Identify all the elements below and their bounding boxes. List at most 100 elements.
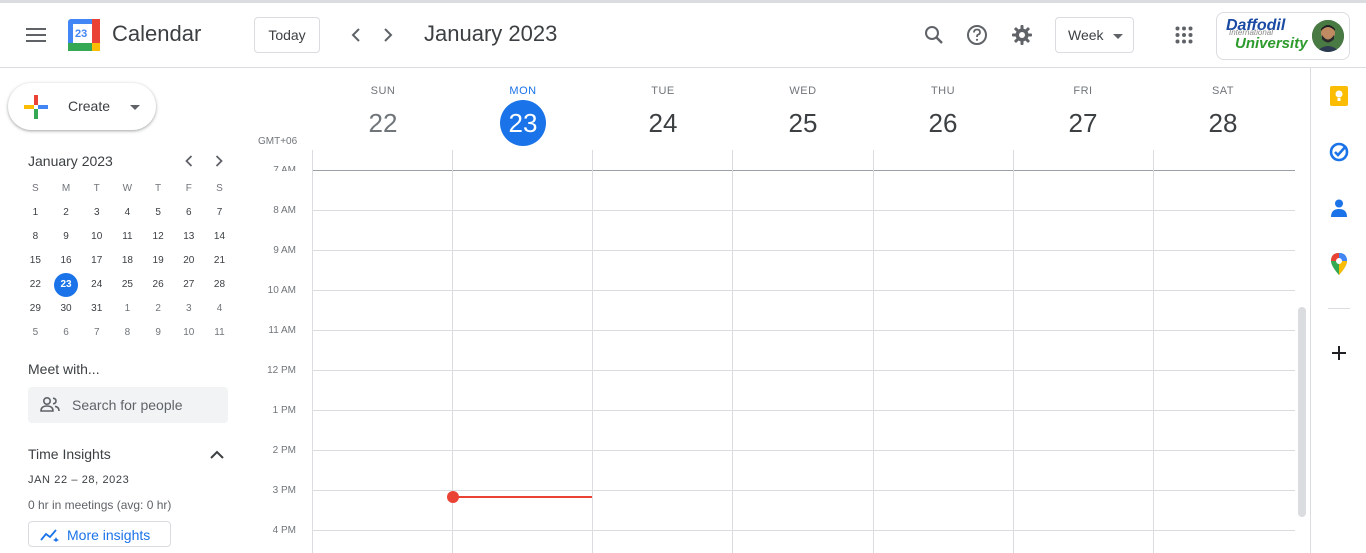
maps-icon[interactable] xyxy=(1319,244,1359,284)
mini-prev-month-icon[interactable] xyxy=(176,148,202,174)
day-of-week-label: SAT xyxy=(1211,85,1235,97)
mini-day[interactable]: 19 xyxy=(143,249,174,273)
grid-hour-line xyxy=(312,290,1295,291)
mini-day[interactable]: 15 xyxy=(20,249,51,273)
mini-day[interactable]: 20 xyxy=(173,249,204,273)
create-button-label: Create xyxy=(68,98,111,114)
mini-day[interactable]: 5 xyxy=(143,201,174,225)
week-time-grid[interactable] xyxy=(312,150,1295,553)
mini-day[interactable]: 13 xyxy=(173,225,204,249)
mini-day[interactable]: 8 xyxy=(112,321,143,345)
mini-day[interactable]: 14 xyxy=(204,225,235,249)
next-week-icon[interactable] xyxy=(368,15,408,55)
mini-day[interactable]: 1 xyxy=(20,201,51,225)
mini-day[interactable]: 10 xyxy=(173,321,204,345)
search-icon[interactable] xyxy=(914,15,954,55)
mini-day[interactable]: 16 xyxy=(51,249,82,273)
grid-day-divider xyxy=(1153,150,1154,553)
contacts-icon[interactable] xyxy=(1319,188,1359,228)
mini-day[interactable]: 18 xyxy=(112,249,143,273)
day-number-today[interactable]: 23 xyxy=(500,100,546,146)
mini-day-selected[interactable]: 23 xyxy=(51,273,82,297)
google-apps-icon[interactable] xyxy=(1164,15,1204,55)
mini-day[interactable]: 7 xyxy=(81,321,112,345)
add-addon-plus-icon[interactable] xyxy=(1319,333,1359,373)
mini-day[interactable]: 8 xyxy=(20,225,51,249)
mini-day[interactable]: 30 xyxy=(51,297,82,321)
mini-day[interactable]: 7 xyxy=(204,201,235,225)
day-header-sun[interactable]: SUN 22 xyxy=(313,68,453,150)
day-number[interactable]: 25 xyxy=(780,100,826,146)
tasks-icon[interactable] xyxy=(1319,132,1359,172)
mini-day[interactable]: 4 xyxy=(112,201,143,225)
day-of-week-label: THU xyxy=(930,85,956,97)
day-number[interactable]: 24 xyxy=(640,100,686,146)
help-icon[interactable] xyxy=(957,15,997,55)
day-header-thu[interactable]: THU 26 xyxy=(873,68,1013,150)
mini-calendar: S M T W T F S 1 2 3 4 5 6 7 8 9 10 11 12… xyxy=(20,177,235,345)
insights-date-range: JAN 22 – 28, 2023 xyxy=(28,474,130,486)
mini-day[interactable]: 6 xyxy=(173,201,204,225)
day-number[interactable]: 27 xyxy=(1060,100,1106,146)
mini-day[interactable]: 1 xyxy=(112,297,143,321)
mini-day[interactable]: 11 xyxy=(204,321,235,345)
mini-next-month-icon[interactable] xyxy=(206,148,232,174)
mini-day[interactable]: 27 xyxy=(173,273,204,297)
mini-day[interactable]: 3 xyxy=(173,297,204,321)
grid-day-divider xyxy=(873,150,874,553)
mini-day[interactable]: 21 xyxy=(204,249,235,273)
view-selector[interactable]: Week xyxy=(1055,17,1134,53)
mini-day[interactable]: 22 xyxy=(20,273,51,297)
mini-day[interactable]: 2 xyxy=(51,201,82,225)
mini-day[interactable]: 24 xyxy=(81,273,112,297)
more-insights-button[interactable]: More insights xyxy=(28,521,171,547)
mini-day[interactable]: 25 xyxy=(112,273,143,297)
day-number[interactable]: 22 xyxy=(360,100,406,146)
day-header-fri[interactable]: FRI 27 xyxy=(1013,68,1153,150)
day-header-mon-today[interactable]: MON 23 xyxy=(453,68,593,150)
day-of-week-label: WED xyxy=(789,85,817,97)
day-number[interactable]: 26 xyxy=(920,100,966,146)
mini-day[interactable]: 4 xyxy=(204,297,235,321)
grid-scrollbar[interactable] xyxy=(1298,307,1306,517)
mini-day[interactable]: 26 xyxy=(143,273,174,297)
mini-week-row: 29 30 31 1 2 3 4 xyxy=(20,297,235,321)
mini-day[interactable]: 31 xyxy=(81,297,112,321)
main-menu-icon[interactable] xyxy=(16,15,56,55)
day-header-sat[interactable]: SAT 28 xyxy=(1153,68,1293,150)
mini-weekday-row: S M T W T F S xyxy=(20,177,235,201)
view-selector-label: Week xyxy=(1068,27,1104,43)
mini-day[interactable]: 6 xyxy=(51,321,82,345)
mini-day[interactable]: 9 xyxy=(143,321,174,345)
day-number[interactable]: 28 xyxy=(1200,100,1246,146)
mini-weekday: S xyxy=(216,183,223,194)
grid-hour-line xyxy=(312,450,1295,451)
mini-day[interactable]: 11 xyxy=(112,225,143,249)
current-time-line xyxy=(453,496,592,498)
day-header-tue[interactable]: TUE 24 xyxy=(593,68,733,150)
mini-day[interactable]: 3 xyxy=(81,201,112,225)
today-button[interactable]: Today xyxy=(254,17,320,53)
mini-day[interactable]: 28 xyxy=(204,273,235,297)
mini-day[interactable]: 29 xyxy=(20,297,51,321)
people-icon xyxy=(40,396,60,412)
create-button[interactable]: Create xyxy=(8,83,156,130)
keep-icon[interactable] xyxy=(1319,76,1359,116)
day-of-week-label: TUE xyxy=(651,85,675,97)
mini-day[interactable]: 5 xyxy=(20,321,51,345)
collapse-chevron-up-icon[interactable] xyxy=(204,441,230,467)
mini-weekday: W xyxy=(122,183,133,194)
mini-day[interactable]: 9 xyxy=(51,225,82,249)
mini-day[interactable]: 10 xyxy=(81,225,112,249)
day-header-wed[interactable]: WED 25 xyxy=(733,68,873,150)
mini-week-row: 5 6 7 8 9 10 11 xyxy=(20,321,235,345)
user-avatar[interactable] xyxy=(1312,20,1344,52)
search-people-input[interactable]: Search for people xyxy=(28,387,228,423)
mini-day[interactable]: 17 xyxy=(81,249,112,273)
mini-week-row: 15 16 17 18 19 20 21 xyxy=(20,249,235,273)
timezone-label: GMT+06 xyxy=(258,136,298,147)
settings-gear-icon[interactable] xyxy=(1002,15,1042,55)
mini-day[interactable]: 12 xyxy=(143,225,174,249)
grid-day-divider xyxy=(732,150,733,553)
mini-day[interactable]: 2 xyxy=(143,297,174,321)
